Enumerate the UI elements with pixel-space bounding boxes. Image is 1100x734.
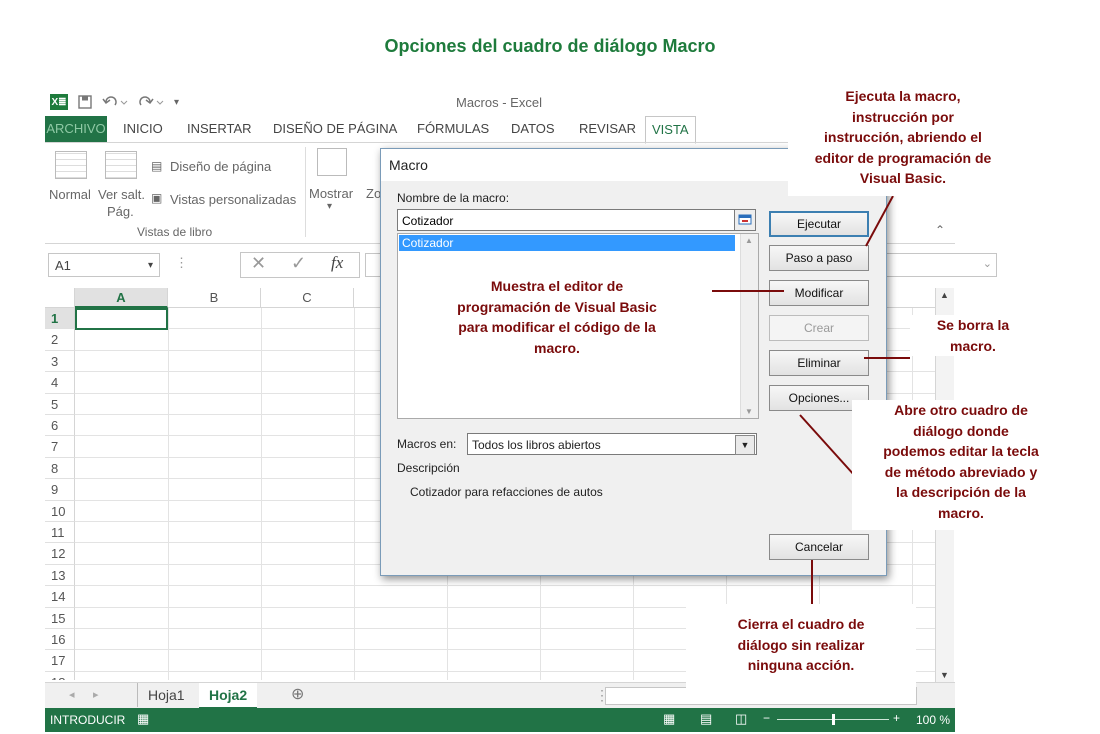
annotation-options: Abre otro cuadro de diálogo donde podemos …: [852, 400, 1070, 530]
annotation-delete: Se borra la macro.: [910, 315, 1036, 356]
annotation-edit: Muestra el editor de programación de Visu…: [457, 278, 657, 356]
leader-run: [865, 195, 894, 247]
leader-options: [799, 414, 856, 477]
annotation-cancel: Cierra el cuadro de diálogo sin realizar n…: [686, 604, 916, 690]
annotation-run: Ejecuta la macro, instrucción por instrucc…: [788, 86, 1018, 196]
